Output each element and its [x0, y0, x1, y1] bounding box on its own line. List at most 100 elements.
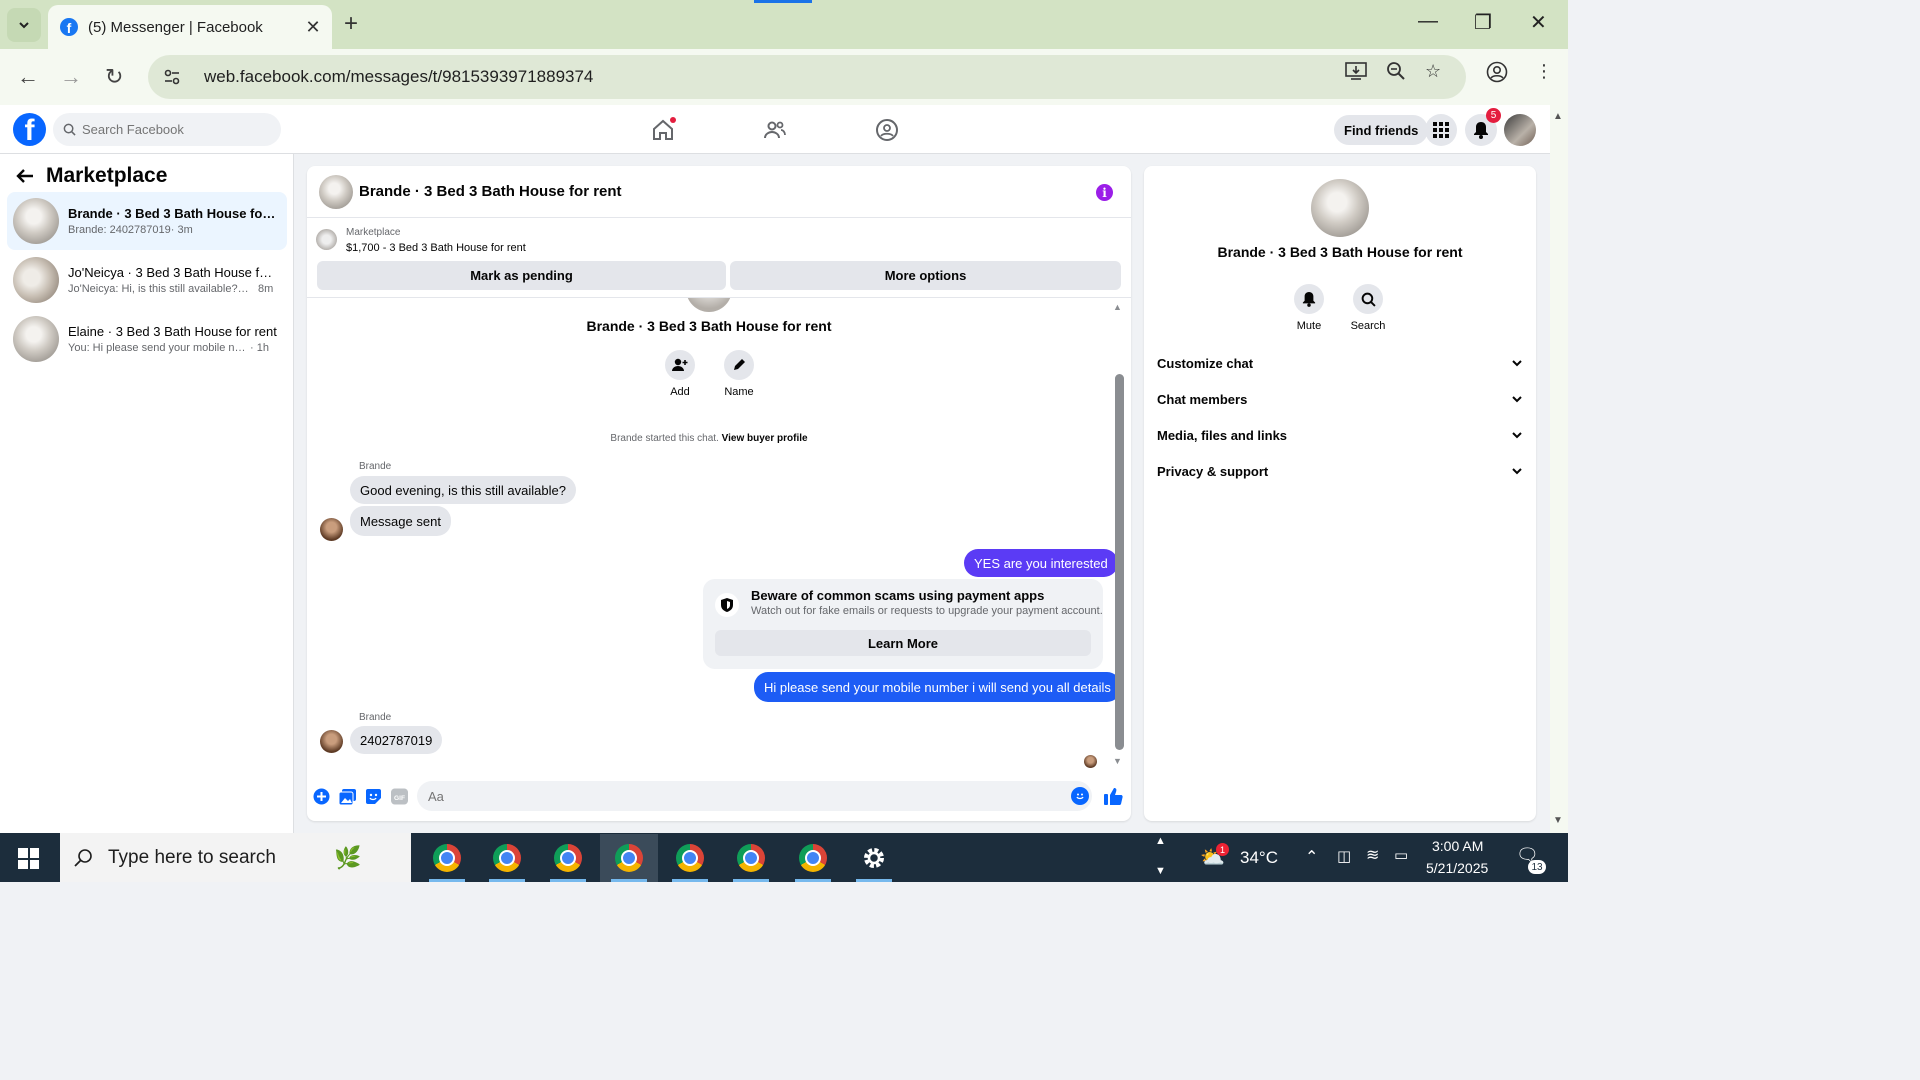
facebook-search[interactable]	[53, 113, 281, 146]
thumbs-up-icon[interactable]	[1103, 786, 1123, 806]
info-icon[interactable]: i	[1096, 184, 1113, 201]
profile-icon[interactable]	[1486, 61, 1508, 88]
mark-as-pending-button[interactable]: Mark as pending	[317, 261, 726, 290]
message-input[interactable]	[417, 781, 1092, 811]
chat-header: Brande · 3 Bed 3 Bath House for rent i	[307, 166, 1131, 218]
conversation-time: · 3m	[170, 224, 193, 236]
listing-banner: Marketplace $1,700 - 3 Bed 3 Bath House …	[307, 218, 1131, 298]
windows-start-icon[interactable]	[18, 848, 39, 869]
mute-button[interactable]: Mute	[1279, 284, 1339, 332]
incoming-message[interactable]: Message sent	[350, 506, 451, 536]
add-people-button[interactable]: Add	[650, 350, 710, 398]
browser-menu-icon[interactable]: ⋮	[1535, 61, 1553, 82]
wifi-icon[interactable]: ≋	[1366, 845, 1379, 865]
clock-date[interactable]: 5/21/2025	[1426, 860, 1488, 876]
chrome-icon	[493, 844, 521, 872]
tray-scroll-down-icon[interactable]: ▼	[1155, 865, 1166, 877]
facebook-search-input[interactable]	[82, 122, 262, 137]
conversation-item[interactable]: Brande · 3 Bed 3 Bath House for re... Br…	[7, 192, 287, 250]
intro-name: Brande · 3 Bed 3 Bath House for rent	[586, 318, 832, 334]
add-person-icon	[672, 358, 688, 371]
page-scroll-up-icon[interactable]: ▲	[1553, 111, 1563, 122]
weather-temperature[interactable]: 34°C	[1240, 848, 1278, 868]
conversation-info-avatar[interactable]	[1311, 179, 1369, 237]
notification-center-count: 13	[1528, 860, 1546, 874]
meet-now-icon[interactable]: ◫	[1337, 847, 1351, 865]
taskbar-search-box[interactable]: Type here to search 🌿	[60, 833, 411, 882]
customize-chat-row[interactable]: Customize chat	[1157, 350, 1523, 376]
view-buyer-profile-link[interactable]: View buyer profile	[722, 433, 808, 444]
chrome-icon	[554, 844, 582, 872]
nav-friends[interactable]	[760, 115, 790, 145]
address-bar[interactable]: web.facebook.com/messages/t/981539397188…	[148, 55, 1466, 99]
back-arrow-icon[interactable]	[16, 168, 34, 184]
incoming-message[interactable]: 2402787019	[350, 726, 443, 754]
back-icon[interactable]: ←	[17, 64, 39, 90]
taskbar-chrome-app[interactable]	[784, 834, 842, 882]
learn-more-button[interactable]: Learn More	[715, 630, 1091, 656]
taskbar-chrome-app[interactable]	[539, 834, 597, 882]
scroll-down-arrow-icon[interactable]: ▼	[1113, 756, 1122, 766]
new-tab-button[interactable]: +	[344, 11, 358, 37]
minimize-icon[interactable]: —	[1418, 10, 1438, 33]
taskbar-chrome-app[interactable]	[478, 834, 536, 882]
chat-members-row[interactable]: Chat members	[1157, 386, 1523, 412]
photo-icon[interactable]	[339, 788, 356, 805]
close-tab-icon[interactable]: ✕	[302, 17, 324, 38]
restore-icon[interactable]: ❐	[1474, 10, 1492, 35]
taskbar-chrome-app[interactable]	[661, 834, 719, 882]
gif-icon[interactable]: GIF	[391, 788, 408, 805]
taskbar-chrome-app[interactable]	[722, 834, 780, 882]
close-window-icon[interactable]: ✕	[1530, 10, 1547, 35]
listing-description[interactable]: $1,700 - 3 Bed 3 Bath House for rent	[346, 242, 526, 254]
facebook-logo[interactable]: f	[13, 113, 46, 146]
site-info-icon[interactable]	[160, 65, 184, 89]
outgoing-message[interactable]: Hi please send your mobile number i will…	[754, 672, 1121, 702]
listing-thumbnail[interactable]	[316, 229, 337, 250]
tab-search-button[interactable]	[7, 8, 41, 42]
clock-time[interactable]: 3:00 AM	[1432, 838, 1483, 854]
browser-tab-messenger[interactable]: f (5) Messenger | Facebook ✕	[48, 5, 332, 49]
tray-scroll-up-icon[interactable]: ▲	[1155, 835, 1166, 847]
forward-icon[interactable]: →	[60, 64, 82, 90]
page-scroll-down-icon[interactable]: ▼	[1553, 815, 1563, 826]
nav-groups[interactable]	[872, 115, 902, 145]
taskbar-chrome-app[interactable]	[418, 834, 476, 882]
plus-circle-icon[interactable]	[313, 788, 330, 805]
sticker-icon[interactable]	[365, 788, 382, 805]
sender-avatar[interactable]	[320, 518, 343, 541]
page-scrollbar[interactable]: ▲ ▼	[1550, 105, 1568, 833]
scroll-up-arrow-icon[interactable]: ▲	[1113, 302, 1122, 312]
more-options-button[interactable]: More options	[730, 261, 1121, 290]
sender-avatar[interactable]	[320, 730, 343, 753]
search-in-chat-button[interactable]: Search	[1338, 284, 1398, 332]
account-avatar[interactable]	[1504, 114, 1536, 146]
message-composer: GIF	[307, 778, 1131, 814]
taskbar-settings-app[interactable]	[845, 834, 903, 882]
rename-button[interactable]: Name	[709, 350, 769, 398]
bookmark-star-icon[interactable]: ☆	[1425, 61, 1441, 82]
outgoing-message[interactable]: YES are you interested	[964, 549, 1118, 577]
chat-avatar[interactable]	[319, 174, 353, 209]
show-hidden-icons[interactable]: ⌃	[1305, 847, 1318, 867]
incoming-message[interactable]: Good evening, is this still available?	[350, 476, 576, 504]
media-files-links-row[interactable]: Media, files and links	[1157, 422, 1523, 448]
chat-title[interactable]: Brande · 3 Bed 3 Bath House for rent	[359, 183, 622, 200]
reload-icon[interactable]: ↻	[105, 64, 123, 90]
facebook-header: f Find friends	[0, 105, 1550, 154]
find-friends-button[interactable]: Find friends	[1334, 115, 1429, 145]
taskbar-chrome-app-active[interactable]	[600, 834, 658, 882]
menu-button[interactable]	[1425, 114, 1457, 146]
zoom-icon[interactable]	[1386, 61, 1406, 86]
emoji-icon[interactable]	[1071, 787, 1089, 805]
conversation-info-panel: Brande · 3 Bed 3 Bath House for rent Mut…	[1144, 166, 1536, 821]
battery-icon[interactable]: ▭	[1394, 846, 1408, 864]
grid-menu-icon	[1433, 122, 1449, 138]
conversation-item[interactable]: Jo'Neicya · 3 Bed 3 Bath House for... Jo…	[7, 251, 287, 309]
privacy-support-row[interactable]: Privacy & support	[1157, 458, 1523, 484]
chat-scrollbar[interactable]	[1115, 374, 1124, 750]
pencil-icon	[734, 359, 745, 370]
install-app-icon[interactable]	[1345, 61, 1367, 86]
conversation-item[interactable]: Elaine · 3 Bed 3 Bath House for rent You…	[7, 310, 287, 368]
nav-home[interactable]	[648, 115, 678, 145]
